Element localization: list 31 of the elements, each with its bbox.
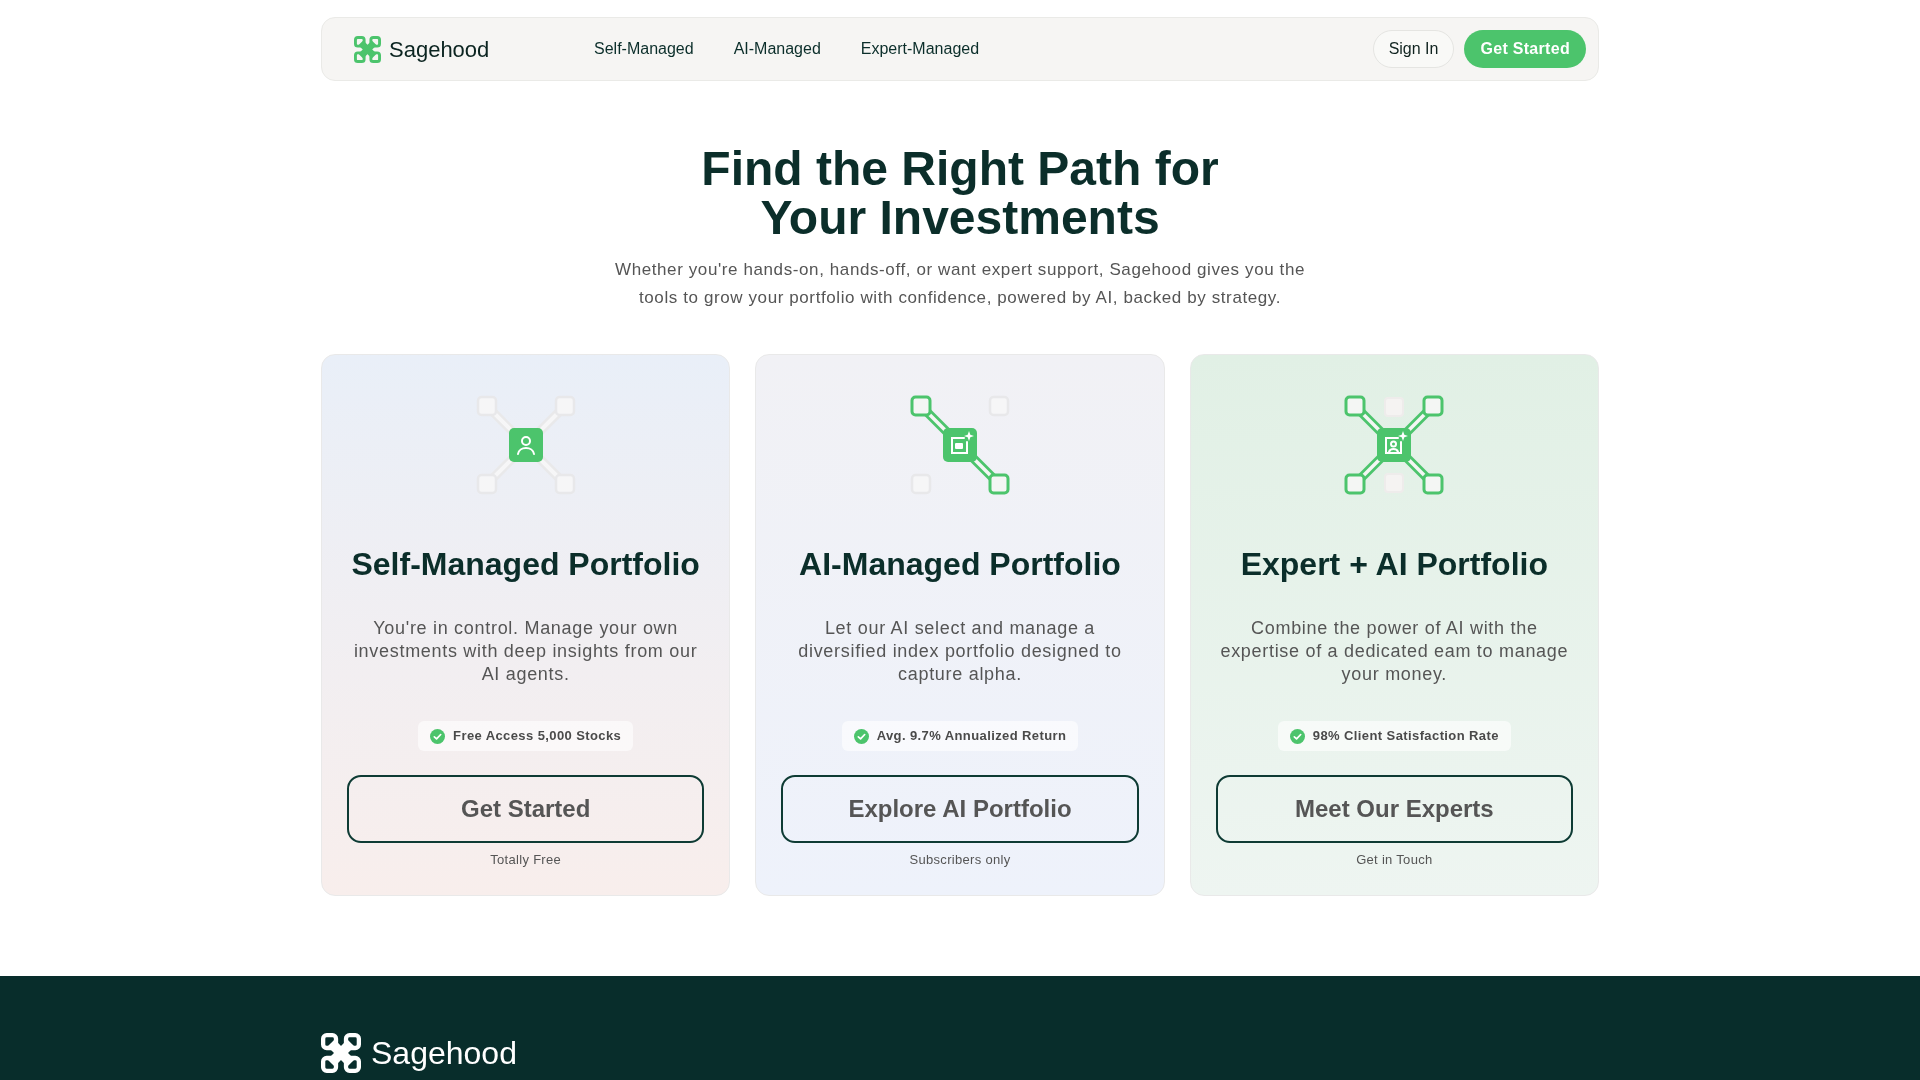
feature-text: 98% Client Satisfaction Rate (1312, 727, 1499, 746)
node-network-icon (475, 395, 576, 495)
brand-name[interactable]: Sagehood (389, 32, 490, 66)
card-title: AI-Managed Portfolio (799, 545, 1121, 584)
brand-logo-icon (321, 1033, 361, 1073)
card-title: Expert + AI Portfolio (1240, 545, 1548, 584)
feature-text: Avg. 9.7% Annualized Return (876, 727, 1067, 746)
card-description: Combine the power of AI with the expertise of a dedicated eam to manage your money. (1219, 617, 1570, 686)
nav-link[interactable]: Self-Managed (594, 37, 694, 61)
brand-name[interactable]: Sagehood (371, 1033, 517, 1073)
card-note: Get in Touch (1356, 851, 1433, 869)
nav-link[interactable]: Expert-Managed (860, 37, 980, 61)
cta-button[interactable]: Meet Our Experts (1215, 775, 1573, 843)
card-description: You're in control. Manage your own investments with deep insights from our AI agents. (352, 617, 699, 686)
check-circle-icon (430, 728, 446, 744)
brand-logo-icon (354, 35, 381, 63)
feature-text: Free Access 5,000 Stocks (453, 727, 622, 746)
page-subtitle: Whether you're hands-on, hands-off, or want expert support, Sagehood gives you the tools to grow your portfolio with confidence, powered by AI, backed by strategy. (614, 259, 1306, 309)
check-circle-icon (1289, 728, 1305, 744)
nav-link[interactable]: AI-Managed (733, 37, 821, 61)
page-heading: Find the Right Path for Your Investments (700, 144, 1220, 242)
card-note: Totally Free (490, 851, 562, 869)
node-network-icon (1344, 395, 1445, 495)
cta-button[interactable]: Explore AI Portfolio (781, 775, 1139, 843)
check-circle-icon (853, 728, 869, 744)
card-title: Self-Managed Portfolio (351, 545, 700, 584)
cta-button[interactable]: Get Started (347, 775, 705, 843)
card-description: Let our AI select and manage a diversified index portfolio designed to capture alpha. (797, 617, 1123, 686)
card-note: Subscribers only (909, 851, 1011, 869)
node-network-icon (910, 395, 1010, 495)
sign-in-button[interactable]: Sign In (1372, 30, 1455, 68)
